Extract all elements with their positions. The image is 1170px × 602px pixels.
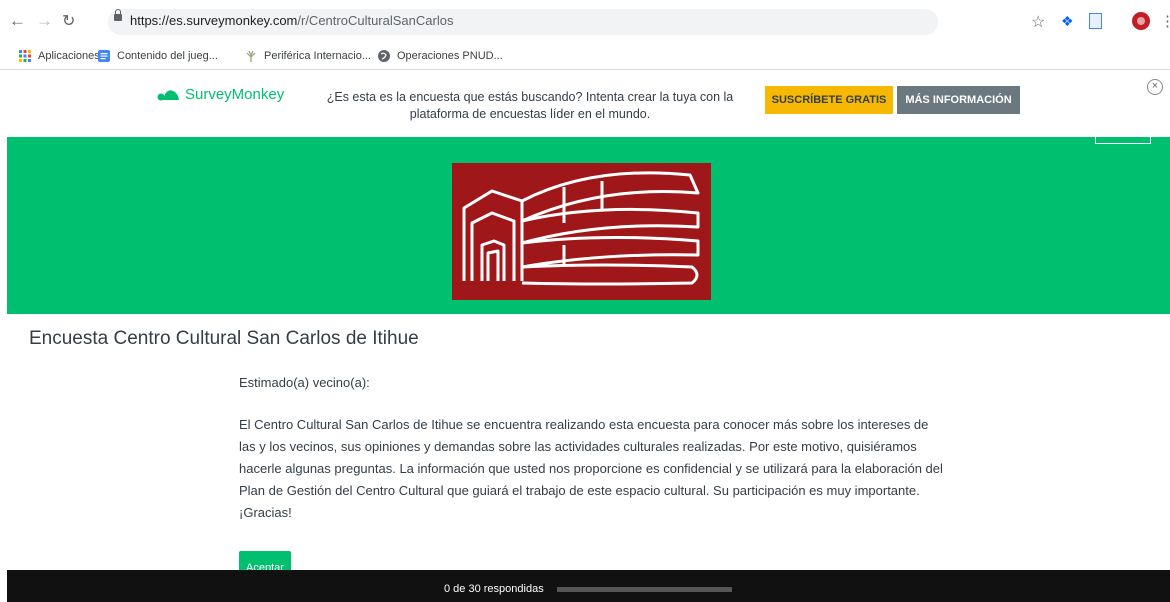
profile-avatar[interactable] [1132,12,1150,35]
docs-icon [98,50,110,62]
reader-icon[interactable] [1089,13,1102,34]
forward-arrow-icon[interactable]: → [36,11,53,31]
monkey-logo-icon [157,89,179,100]
bookmarks-bar: Aplicaciones Contenido del jueg... Perif… [0,45,1170,70]
menu-dots-icon[interactable]: ⋮ [1160,12,1170,30]
reload-icon[interactable]: ↻ [62,11,75,31]
survey-intro-text: El Centro Cultural San Carlos de Itihue … [239,417,943,520]
globe-icon [378,50,390,62]
promo-message: ¿Es esta es la encuesta que estás buscan… [326,90,734,121]
bookmark-pnud[interactable]: Operaciones PNUD... [377,49,503,63]
more-info-button[interactable]: MÁS INFORMACIÓN [897,86,1020,114]
url-text[interactable]: https://es.surveymonkey.com/r/CentroCult… [130,13,453,28]
cultural-center-logo [452,163,711,300]
surveymonkey-logo[interactable]: SurveyMonkey [157,86,284,103]
bookmark-periferica[interactable]: Periférica Internacio... [244,49,371,63]
bookmark-star-icon[interactable]: ☆ [1031,12,1045,32]
lock-icon [114,9,122,21]
browser-toolbar: ← → ↻ https://es.surveymonkey.com/r/Cent… [0,0,1170,45]
bookmark-label: Operaciones PNUD... [397,50,503,62]
survey-title: Encuesta Centro Cultural San Carlos de I… [29,328,419,349]
dropbox-icon[interactable]: ❖ [1061,13,1074,30]
bookmark-apps[interactable]: Aplicaciones [18,49,100,63]
bookmark-contenido[interactable]: Contenido del jueg... [97,49,218,63]
url-host: https://es.surveymonkey.com [130,13,298,28]
survey-greeting: Estimado(a) vecino(a): [239,375,370,390]
apps-grid-icon [19,50,31,62]
progress-label: 0 de 30 respondidas [444,583,544,595]
header-button-outline[interactable] [1095,137,1151,144]
progress-footer [7,570,1170,602]
progress-bar [557,587,732,592]
signup-button[interactable]: SUSCRÍBETE GRATIS [765,86,893,114]
close-banner-icon[interactable]: × [1147,79,1163,95]
back-arrow-icon[interactable]: ← [9,11,26,31]
bookmark-label: Contenido del jueg... [117,50,218,62]
url-path: /r/CentroCulturalSanCarlos [297,13,454,28]
plant-icon [246,50,256,62]
brand-name: SurveyMonkey [185,86,285,103]
bookmark-label: Periférica Internacio... [264,50,371,62]
bookmark-label: Aplicaciones [38,50,100,62]
